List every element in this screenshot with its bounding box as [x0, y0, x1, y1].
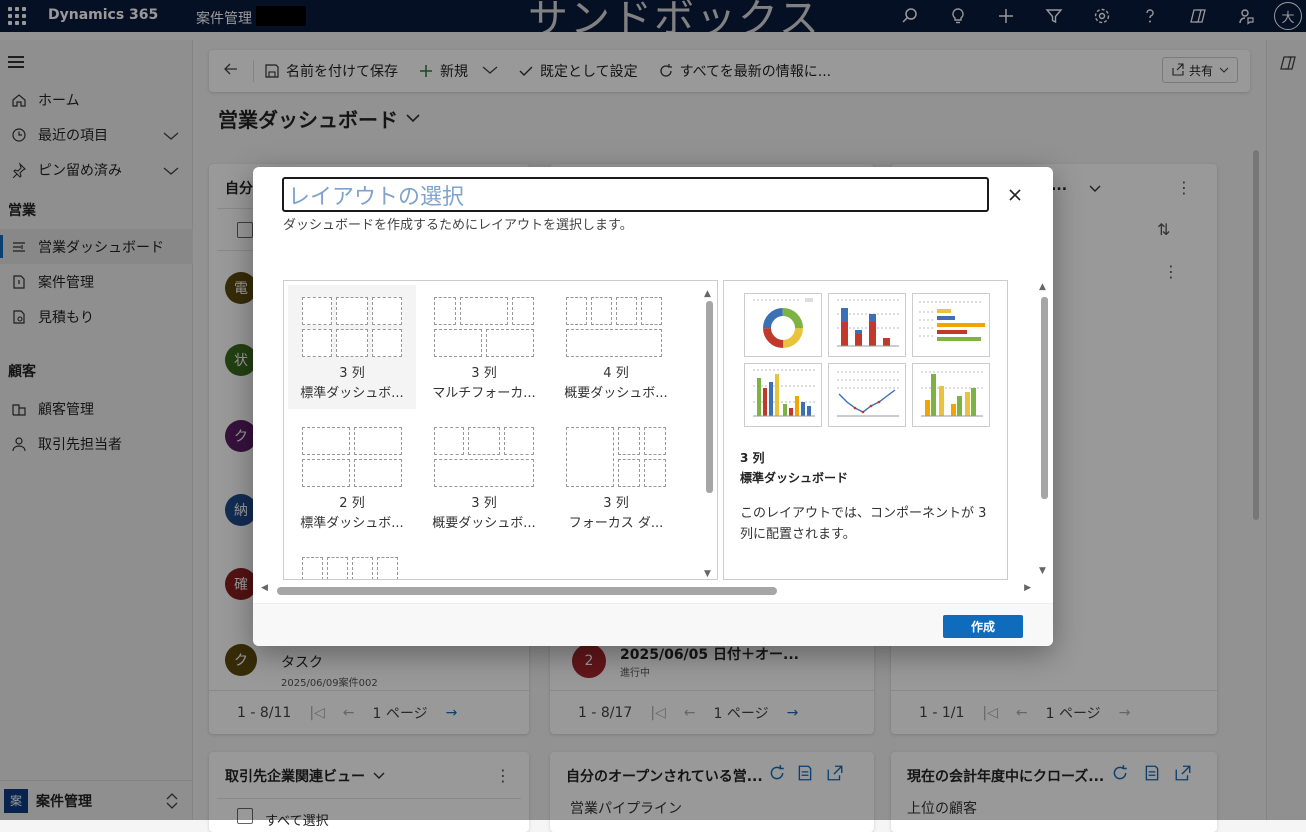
layout-option-columns: 3 列 — [471, 496, 497, 511]
scroll-down-icon[interactable]: ▼ — [1039, 566, 1046, 576]
scroll-up-icon[interactable]: ▲ — [704, 289, 711, 299]
preview-columns: 3 列 — [740, 451, 765, 465]
preview-chart-grid — [744, 293, 990, 429]
layout-thumbnail — [298, 423, 406, 489]
layout-options-list: 3 列 標準ダッシュボ... 3 列 マルチフォーカ... 4 列 概要ダッシュ… — [283, 280, 718, 580]
layout-option-partial[interactable] — [288, 545, 416, 579]
layout-option-4col-overview[interactable]: 4 列 概要ダッシュボ... — [552, 285, 680, 409]
close-icon[interactable] — [1005, 185, 1025, 205]
preview-description: このレイアウトでは、コンポーネントが 3 列に配置されます。 — [740, 506, 987, 542]
layout-option-3col-overview[interactable]: 3 列 概要ダッシュボ... — [420, 415, 548, 539]
layout-thumbnail — [298, 293, 406, 359]
create-button[interactable]: 作成 — [943, 615, 1023, 638]
layout-option-name: フォーカス ダ... — [568, 516, 664, 531]
preview-layout-name: 標準ダッシュボード — [740, 471, 849, 485]
horizontal-bar-thumbnail — [912, 293, 990, 357]
layout-option-columns: 3 列 — [603, 496, 629, 511]
layout-option-name: 概要ダッシュボ... — [432, 516, 536, 531]
layout-selection-dialog: レイアウトの選択 ダッシュボードを作成するためにレイアウトを選択します。 3 列… — [253, 167, 1053, 646]
layout-option-name: 標準ダッシュボ... — [300, 516, 404, 531]
stacked-bar-thumbnail — [828, 293, 906, 357]
scroll-right-icon[interactable]: ▶ — [1024, 583, 1031, 593]
layout-option-columns: 2 列 — [339, 496, 365, 511]
dialog-vertical-scrollbar[interactable]: ▲ ▼ — [1039, 280, 1049, 580]
dialog-subtitle: ダッシュボードを作成するためにレイアウトを選択します。 — [283, 218, 633, 233]
donut-chart-thumbnail — [744, 293, 822, 357]
layout-thumbnail — [430, 423, 538, 489]
layout-option-3col-multifocus[interactable]: 3 列 マルチフォーカ... — [420, 285, 548, 409]
dialog-footer: 作成 — [253, 603, 1053, 646]
column-chart-thumbnail — [744, 363, 822, 427]
scroll-left-icon[interactable]: ◀ — [261, 583, 268, 593]
layout-option-name: 標準ダッシュボ... — [300, 386, 404, 401]
layout-option-3col-standard[interactable]: 3 列 標準ダッシュボ... — [288, 285, 416, 409]
layout-thumbnail — [562, 293, 670, 359]
layout-option-name: 概要ダッシュボ... — [564, 386, 668, 401]
layout-list-scrollbar[interactable]: ▲ ▼ — [704, 289, 714, 579]
dialog-title: レイアウトの選択 — [282, 177, 989, 212]
layout-option-2col-standard[interactable]: 2 列 標準ダッシュボ... — [288, 415, 416, 539]
layout-option-3col-focus[interactable]: 3 列 フォーカス ダ... — [552, 415, 680, 539]
layout-thumbnail — [562, 423, 670, 489]
layout-option-columns: 3 列 — [339, 366, 365, 381]
layout-option-name: マルチフォーカ... — [432, 386, 536, 401]
layout-option-columns: 3 列 — [471, 366, 497, 381]
layout-thumbnail — [430, 293, 538, 359]
dialog-horizontal-scrollbar[interactable]: ◀ ▶ — [261, 582, 1031, 596]
scroll-up-icon[interactable]: ▲ — [1039, 282, 1046, 292]
line-chart-thumbnail — [828, 363, 906, 427]
scroll-down-icon[interactable]: ▼ — [704, 569, 711, 579]
grouped-bar-thumbnail — [912, 363, 990, 427]
layout-preview-panel: 3 列 標準ダッシュボード このレイアウトでは、コンポーネントが 3 列に配置さ… — [723, 280, 1008, 580]
layout-option-columns: 4 列 — [603, 366, 629, 381]
layout-thumbnail — [298, 553, 406, 579]
